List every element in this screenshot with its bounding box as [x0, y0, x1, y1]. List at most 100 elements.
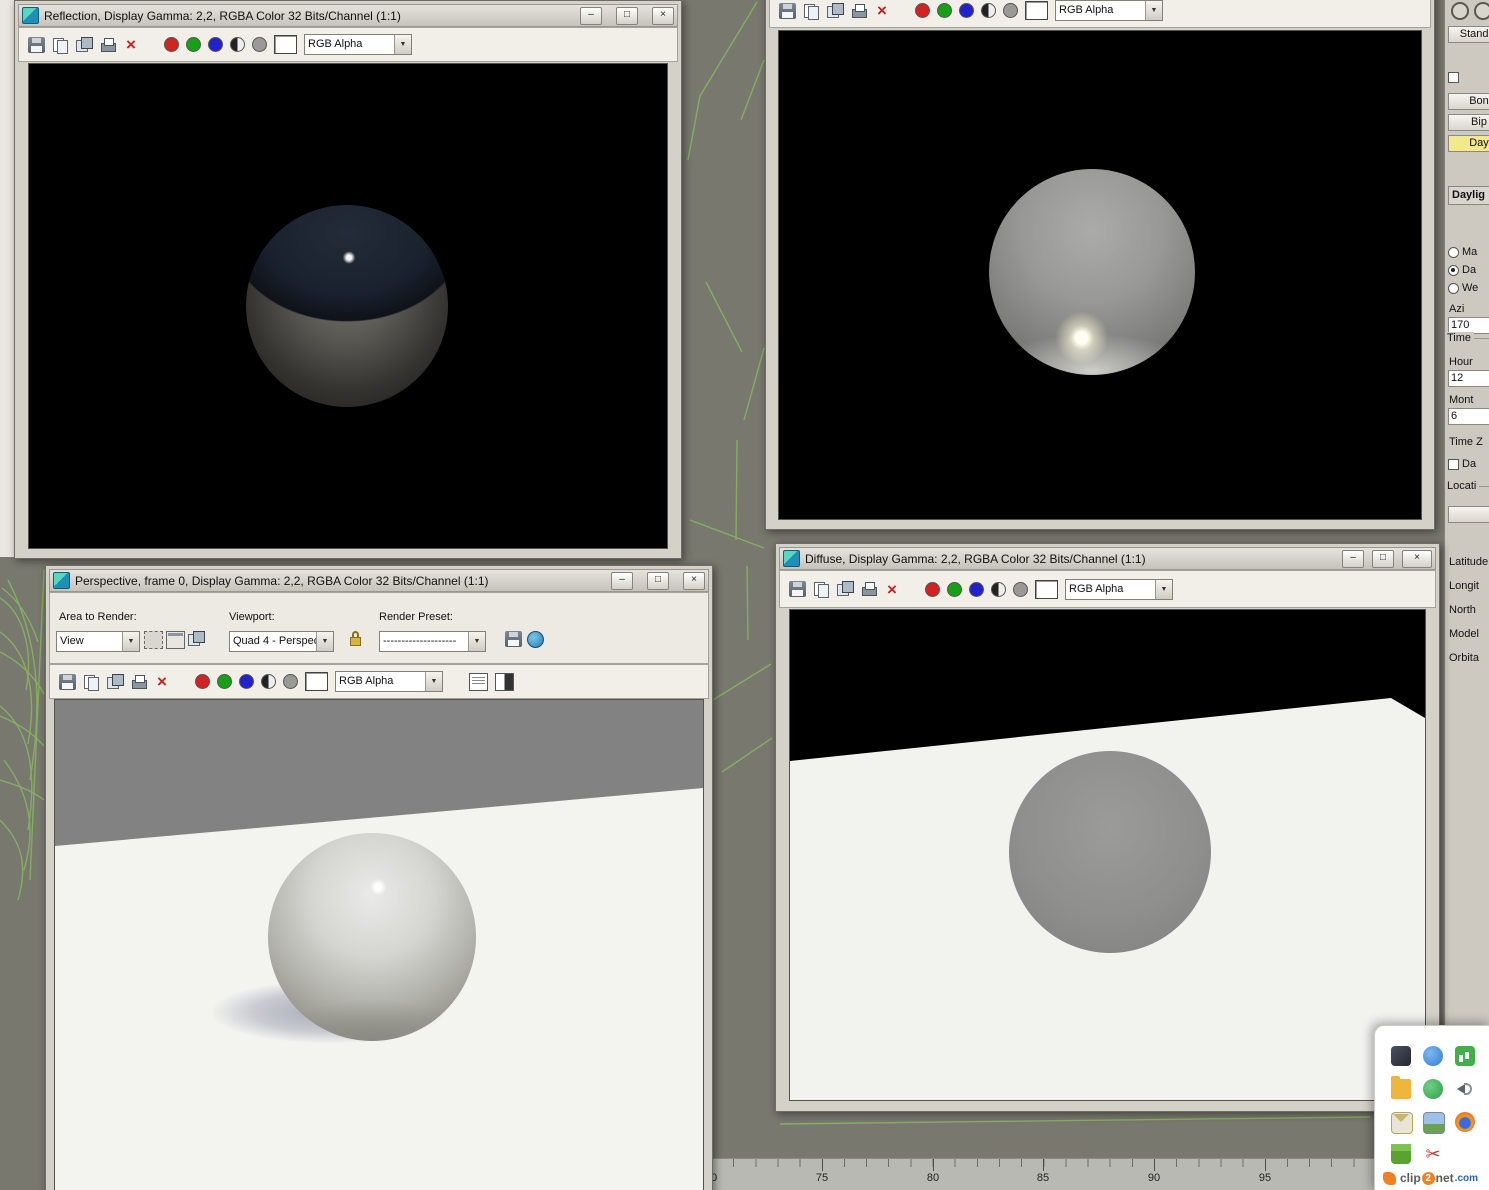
print-image-icon[interactable]: [861, 581, 878, 597]
render-window-top-right[interactable]: × RGB Alpha ▼: [765, 0, 1435, 530]
save-image-icon[interactable]: [789, 581, 806, 597]
rendered-image-canvas[interactable]: [778, 30, 1422, 520]
standard-dropdown-button[interactable]: Standar: [1448, 26, 1489, 43]
green-channel-icon[interactable]: [947, 581, 962, 597]
monochrome-channel-icon[interactable]: [991, 581, 1006, 597]
auto-region-icon[interactable]: [166, 631, 185, 649]
red-channel-icon[interactable]: [915, 3, 930, 18]
clip2net-brand-link[interactable]: clip 2 net .com: [1383, 1171, 1478, 1185]
copy-image-icon[interactable]: [803, 3, 820, 20]
scissors-app-icon[interactable]: ✂: [1423, 1144, 1443, 1164]
rendered-image-canvas[interactable]: [789, 609, 1426, 1101]
copy-image-icon[interactable]: [52, 37, 69, 54]
alpha-channel-icon[interactable]: [283, 674, 298, 689]
print-image-icon[interactable]: [131, 674, 148, 690]
folder-app-icon[interactable]: [1391, 1076, 1411, 1099]
clear-image-icon[interactable]: ×: [155, 673, 169, 690]
copy-image-icon[interactable]: [813, 581, 830, 598]
red-channel-icon[interactable]: [925, 581, 940, 597]
area-to-render-combo[interactable]: View ▼: [56, 631, 140, 652]
clear-image-icon[interactable]: ×: [875, 2, 889, 19]
hours-field[interactable]: 12: [1448, 370, 1489, 387]
clear-image-icon[interactable]: ×: [124, 36, 138, 53]
daylight-saving-checkbox[interactable]: Da: [1448, 458, 1476, 470]
minimize-button[interactable]: –: [580, 6, 602, 25]
render-window-reflection[interactable]: Reflection, Display Gamma: 2,2, RGBA Col…: [14, 0, 682, 559]
alpha-channel-icon[interactable]: [252, 37, 267, 52]
crop-region-icon[interactable]: [188, 631, 205, 647]
rendered-image-canvas[interactable]: [28, 63, 668, 549]
position-date-radio[interactable]: Da: [1448, 264, 1476, 276]
globe-app-icon[interactable]: [1423, 1046, 1443, 1066]
speaker-app-icon[interactable]: [1455, 1079, 1475, 1099]
titlebar[interactable]: Diffuse, Display Gamma: 2,2, RGBA Color …: [779, 547, 1436, 570]
blue-channel-icon[interactable]: [969, 581, 984, 597]
render-window-perspective[interactable]: Perspective, frame 0, Display Gamma: 2,2…: [45, 565, 713, 1190]
package-app-icon[interactable]: [1391, 1144, 1411, 1164]
maximize-button[interactable]: □: [647, 571, 669, 590]
clone-window-icon[interactable]: [76, 36, 93, 53]
position-manual-radio[interactable]: Ma: [1448, 246, 1477, 258]
clone-window-icon[interactable]: [837, 581, 854, 597]
daylight-rollout-header[interactable]: Daylig: [1448, 186, 1489, 205]
render-preset-combo[interactable]: -------------------- ▼: [379, 631, 486, 652]
edit-region-icon[interactable]: [144, 631, 163, 649]
close-button[interactable]: ×: [1402, 549, 1432, 568]
alpha-channel-icon[interactable]: [1013, 581, 1028, 597]
green-globe-app-icon[interactable]: [1423, 1079, 1443, 1099]
clone-window-icon[interactable]: [827, 2, 844, 19]
green-channel-icon[interactable]: [186, 37, 201, 52]
clear-image-icon[interactable]: ×: [885, 581, 899, 598]
viewport-combo[interactable]: Quad 4 - Perspec ▼: [229, 631, 334, 652]
position-weather-radio[interactable]: We: [1448, 282, 1478, 294]
clear-color-swatch[interactable]: [1035, 579, 1058, 599]
toolbar-circle-icon[interactable]: [1451, 2, 1469, 20]
monochrome-channel-icon[interactable]: [981, 3, 996, 18]
channel-display-combo[interactable]: RGB Alpha ▼: [1065, 578, 1173, 600]
copy-image-icon[interactable]: [83, 674, 100, 691]
alpha-channel-icon[interactable]: [1003, 3, 1018, 18]
save-image-icon[interactable]: [28, 36, 45, 53]
biped-button[interactable]: Bip: [1448, 114, 1489, 131]
time-track-bar[interactable]: 70 75 80 85 90 95: [690, 1158, 1489, 1190]
render-window-diffuse[interactable]: Diffuse, Display Gamma: 2,2, RGBA Color …: [775, 543, 1440, 1112]
print-image-icon[interactable]: [851, 3, 868, 19]
clear-color-swatch[interactable]: [274, 35, 297, 54]
print-image-icon[interactable]: [100, 37, 117, 53]
blue-channel-icon[interactable]: [239, 674, 254, 689]
close-button[interactable]: ×: [683, 571, 705, 590]
bones-button[interactable]: Bon: [1448, 93, 1489, 110]
green-channel-icon[interactable]: [937, 3, 952, 18]
titlebar[interactable]: Reflection, Display Gamma: 2,2, RGBA Col…: [18, 4, 678, 27]
channel-display-combo[interactable]: RGB Alpha ▼: [335, 671, 443, 692]
blue-channel-icon[interactable]: [959, 3, 974, 18]
minimize-button[interactable]: –: [611, 571, 633, 590]
clear-color-swatch[interactable]: [1025, 1, 1048, 20]
image-app-icon[interactable]: [1423, 1112, 1445, 1134]
toolbar-circle-icon[interactable]: [1474, 2, 1489, 20]
render-setup-icon[interactable]: [505, 631, 522, 647]
save-image-icon[interactable]: [779, 2, 796, 19]
red-channel-icon[interactable]: [164, 37, 179, 52]
copy-frame-icon[interactable]: [469, 672, 488, 691]
clone-window-icon[interactable]: [107, 673, 124, 690]
titlebar[interactable]: Perspective, frame 0, Display Gamma: 2,2…: [49, 569, 709, 592]
monochrome-channel-icon[interactable]: [261, 674, 276, 689]
red-channel-icon[interactable]: [195, 674, 210, 689]
channel-display-combo[interactable]: RGB Alpha ▼: [304, 34, 412, 55]
daylight-button[interactable]: Day: [1448, 135, 1489, 152]
brush-app-icon[interactable]: [1391, 1046, 1411, 1066]
maximize-button[interactable]: □: [616, 6, 638, 25]
browser-app-icon[interactable]: [1455, 1112, 1475, 1132]
maximize-button[interactable]: □: [1372, 549, 1394, 568]
close-button[interactable]: ×: [652, 6, 674, 25]
lock-viewport-icon[interactable]: [350, 631, 361, 646]
clear-color-swatch[interactable]: [305, 672, 328, 691]
month-field[interactable]: 6: [1448, 408, 1489, 425]
chart-app-icon[interactable]: [1455, 1046, 1475, 1066]
blue-channel-icon[interactable]: [208, 37, 223, 52]
minimize-button[interactable]: –: [1342, 549, 1364, 568]
monochrome-channel-icon[interactable]: [230, 37, 245, 52]
channel-display-combo[interactable]: RGB Alpha ▼: [1055, 0, 1163, 21]
rendered-image-canvas[interactable]: [54, 699, 704, 1190]
